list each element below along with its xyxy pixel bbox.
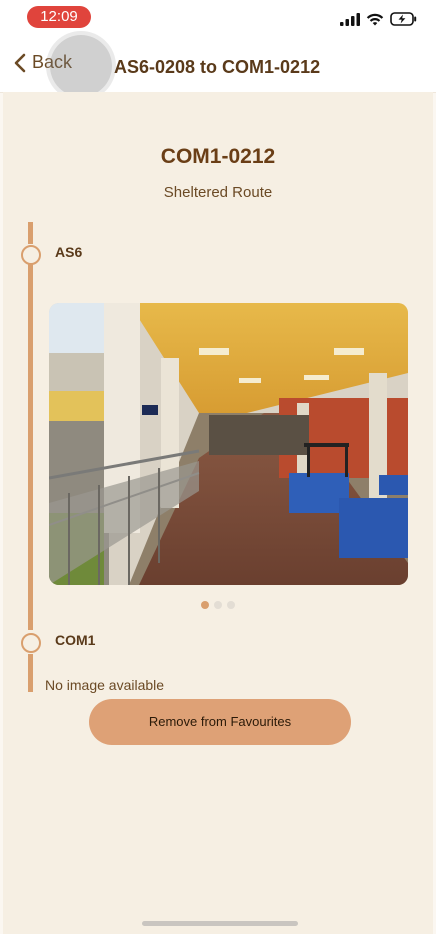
timeline-line xyxy=(28,654,33,692)
carousel-dots xyxy=(0,601,436,609)
timeline-line xyxy=(28,264,33,630)
stop-marker-end xyxy=(21,633,41,653)
status-bar: 12:09 xyxy=(0,0,436,40)
no-image-label: No image available xyxy=(45,677,165,693)
carousel-dot[interactable] xyxy=(214,601,222,609)
stop-marker-start xyxy=(21,245,41,265)
status-icons xyxy=(340,11,418,27)
status-time: 12:09 xyxy=(27,6,91,28)
remove-favourite-button[interactable]: Remove from Favourites xyxy=(89,699,351,745)
signal-icon xyxy=(340,12,360,26)
carousel-dot[interactable] xyxy=(227,601,235,609)
sheltered-walkway-photo[interactable] xyxy=(49,303,408,585)
wifi-icon xyxy=(366,13,384,25)
page-title: AS6-0208 to COM1-0212 xyxy=(114,57,321,77)
chevron-left-icon xyxy=(14,53,26,72)
destination-title: COM1-0212 xyxy=(160,145,276,168)
timeline-line xyxy=(28,222,33,244)
carousel-dot[interactable] xyxy=(201,601,209,609)
touch-indicator xyxy=(50,35,112,97)
battery-charging-icon xyxy=(390,12,417,26)
stop-label-start: AS6 xyxy=(55,244,83,260)
route-type-label: Sheltered Route xyxy=(163,184,273,201)
stop-label-end: COM1 xyxy=(55,632,96,648)
home-indicator xyxy=(142,921,298,926)
